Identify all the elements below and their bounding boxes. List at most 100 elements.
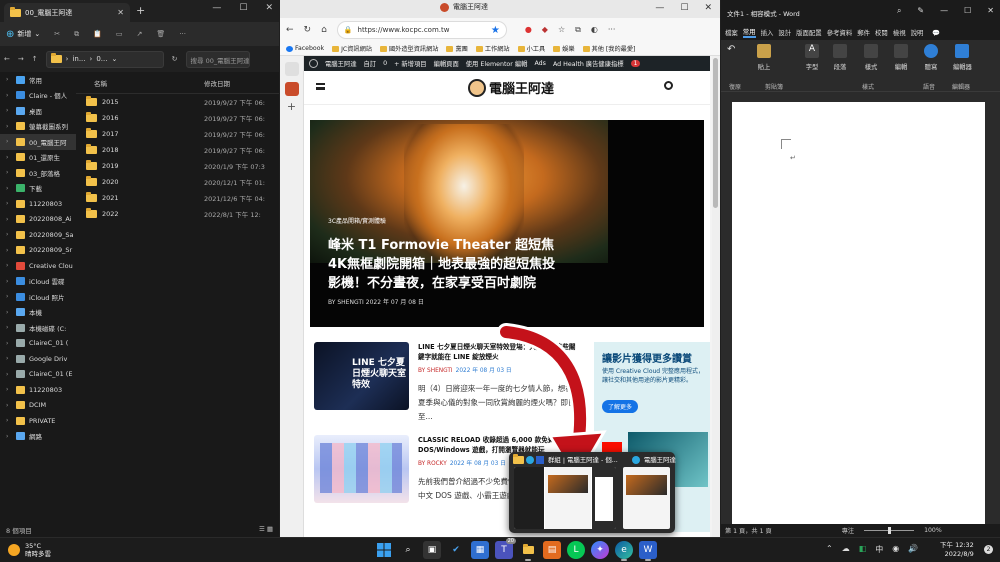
- ribbon-tab[interactable]: 校閱: [875, 28, 888, 37]
- sidebar-item[interactable]: › 01_還原生: [0, 150, 76, 166]
- extension-icon[interactable]: ◆: [542, 25, 548, 35]
- sidebar-item[interactable]: › PRIVATE: [0, 413, 76, 429]
- lock-icon[interactable]: 🔒: [344, 26, 353, 34]
- sidebar-item[interactable]: › iCloud 照片: [0, 289, 76, 305]
- chevron-right-icon[interactable]: ›: [6, 324, 12, 331]
- minimize-icon[interactable]: —: [940, 6, 948, 16]
- sidebar-item[interactable]: › 11220803: [0, 196, 76, 212]
- sidebar-item[interactable]: › 00_電腦王阿: [0, 134, 76, 150]
- sidebar-item[interactable]: › 螢幕截圖系列: [0, 119, 76, 135]
- view-toggle-icons[interactable]: ☰ ▦: [259, 525, 273, 534]
- weather-widget[interactable]: 35°C 晴時多雲: [8, 542, 51, 558]
- search-icon[interactable]: ⌕: [399, 541, 417, 559]
- start-windows-icon[interactable]: [375, 541, 393, 559]
- file-name-cell[interactable]: 2021: [76, 192, 204, 202]
- sidebar-item[interactable]: › 20220809_Sr: [0, 243, 76, 259]
- sidebar-item[interactable]: › 03_部落格: [0, 165, 76, 181]
- zoom-level[interactable]: 100%: [924, 527, 942, 534]
- notification-badge[interactable]: 2: [984, 545, 993, 554]
- store-icon[interactable]: ▤: [543, 541, 561, 559]
- address-segment[interactable]: 0...: [96, 55, 107, 63]
- favorite-star-icon[interactable]: ★: [491, 25, 500, 36]
- page-scrollbar[interactable]: [712, 56, 720, 537]
- file-row[interactable]: 2018 2019/9/27 下午 06:: [76, 142, 279, 158]
- chevron-right-icon[interactable]: ›: [6, 107, 12, 114]
- sidebar-item[interactable]: › 網路: [0, 429, 76, 445]
- file-name-cell[interactable]: 2019: [76, 160, 204, 170]
- site-tab-icon[interactable]: [284, 82, 299, 96]
- sidebar-item[interactable]: › ClaireC_01 (: [0, 336, 76, 352]
- file-name-cell[interactable]: 2022: [76, 208, 204, 218]
- edge-icon[interactable]: e: [615, 541, 633, 561]
- file-name-cell[interactable]: 2020: [76, 176, 204, 186]
- article-thumbnail[interactable]: LINE 七夕夏日煙火聊天室特效: [314, 342, 409, 410]
- zoom-slider[interactable]: [864, 527, 915, 534]
- ribbon-tab[interactable]: 參考資料: [827, 28, 853, 37]
- file-name-cell[interactable]: 2018: [76, 144, 204, 154]
- focus-button[interactable]: 專注: [842, 526, 854, 535]
- chevron-right-icon[interactable]: ›: [6, 216, 12, 223]
- font-button[interactable]: A 字型: [805, 44, 819, 71]
- cut-icon[interactable]: ✂: [54, 30, 60, 38]
- chevron-right-icon[interactable]: ›: [6, 138, 12, 145]
- ribbon-tab[interactable]: 郵件: [857, 28, 870, 37]
- file-name-cell[interactable]: 2016: [76, 112, 204, 122]
- calendar-icon[interactable]: ▦: [471, 541, 489, 559]
- wp-comments-link[interactable]: 0: [383, 60, 387, 67]
- chevron-right-icon[interactable]: ›: [6, 278, 12, 285]
- page-count[interactable]: 第 1 頁，共 1 頁: [725, 526, 772, 535]
- maximize-icon[interactable]: ☐: [239, 3, 247, 13]
- file-row[interactable]: 2016 2019/9/27 下午 06:: [76, 110, 279, 126]
- chevron-right-icon[interactable]: ›: [6, 262, 12, 269]
- ribbon-tab[interactable]: 版面配置: [796, 28, 822, 37]
- sidebar-item[interactable]: › iCloud 雲碟: [0, 274, 76, 290]
- extension-icon[interactable]: ●: [525, 25, 532, 35]
- bookmark-item[interactable]: 其他 [我的最愛]: [582, 44, 635, 53]
- explorer-tab[interactable]: 00_電腦王阿達 ✕: [4, 3, 130, 22]
- refresh-icon[interactable]: ↻: [172, 55, 178, 63]
- teams-icon[interactable]: 20 T: [495, 538, 516, 559]
- sidebar-item[interactable]: › ClaireC_01 (E: [0, 367, 76, 383]
- forward-icon[interactable]: →: [18, 55, 24, 63]
- chevron-down-icon[interactable]: ⌄: [111, 55, 117, 63]
- bookmark-item[interactable]: Facebook: [286, 45, 324, 52]
- paste-button[interactable]: 貼上: [757, 44, 771, 71]
- comments-icon[interactable]: 💬: [932, 29, 940, 37]
- hamburger-menu-icon[interactable]: [316, 83, 325, 90]
- article-author[interactable]: BY SHENGTI: [418, 368, 453, 374]
- close-tab-icon[interactable]: ✕: [117, 8, 124, 17]
- minimize-icon[interactable]: —: [655, 3, 664, 13]
- document-scrollbar[interactable]: [992, 92, 1000, 524]
- sidebar-item[interactable]: › 20220808_Ai: [0, 212, 76, 228]
- new-button[interactable]: ⊕ 新增 ⌄: [6, 29, 40, 40]
- file-name-cell[interactable]: 2015: [76, 96, 204, 106]
- column-header-modified[interactable]: 修改日期: [204, 78, 230, 88]
- paste-icon[interactable]: 📋: [93, 30, 102, 38]
- rename-icon[interactable]: ▭: [116, 30, 123, 38]
- maximize-icon[interactable]: ☐: [964, 6, 971, 16]
- column-header-name[interactable]: 名稱: [76, 78, 204, 88]
- ribbon-tab[interactable]: 說明: [911, 28, 924, 37]
- site-logo[interactable]: 電腦王阿達: [468, 78, 554, 97]
- address-bar[interactable]: 🔒 https://www.kocpc.com.tw ★: [336, 21, 507, 39]
- editing-button[interactable]: 編輯: [894, 44, 908, 71]
- sidebar-item[interactable]: › Google Driv: [0, 351, 76, 367]
- chevron-right-icon[interactable]: ›: [6, 386, 12, 393]
- undo-button[interactable]: ↶: [727, 44, 735, 55]
- wp-site-link[interactable]: 電腦王阿達: [325, 59, 356, 68]
- dictate-button[interactable]: 聽寫: [924, 44, 938, 71]
- add-tab-icon[interactable]: +: [280, 100, 303, 113]
- chevron-right-icon[interactable]: ›: [6, 154, 12, 161]
- chevron-right-icon[interactable]: ›: [6, 185, 12, 192]
- todo-icon[interactable]: ✔: [447, 541, 465, 559]
- chevron-right-icon[interactable]: ›: [6, 92, 12, 99]
- wp-elementor-link[interactable]: 使用 Elementor 編輯: [466, 59, 528, 68]
- bookmark-item[interactable]: JC資訊網站: [332, 44, 372, 53]
- search-icon[interactable]: [664, 81, 673, 90]
- bookmark-item[interactable]: 工作網站: [475, 44, 510, 53]
- bookmark-item[interactable]: 國外造型資訊網站: [379, 44, 438, 53]
- chevron-right-icon[interactable]: ›: [6, 402, 12, 409]
- file-row[interactable]: 2015 2019/9/27 下午 06:: [76, 94, 279, 110]
- chevron-right-icon[interactable]: ›: [6, 309, 12, 316]
- home-icon[interactable]: ⌂: [321, 25, 327, 35]
